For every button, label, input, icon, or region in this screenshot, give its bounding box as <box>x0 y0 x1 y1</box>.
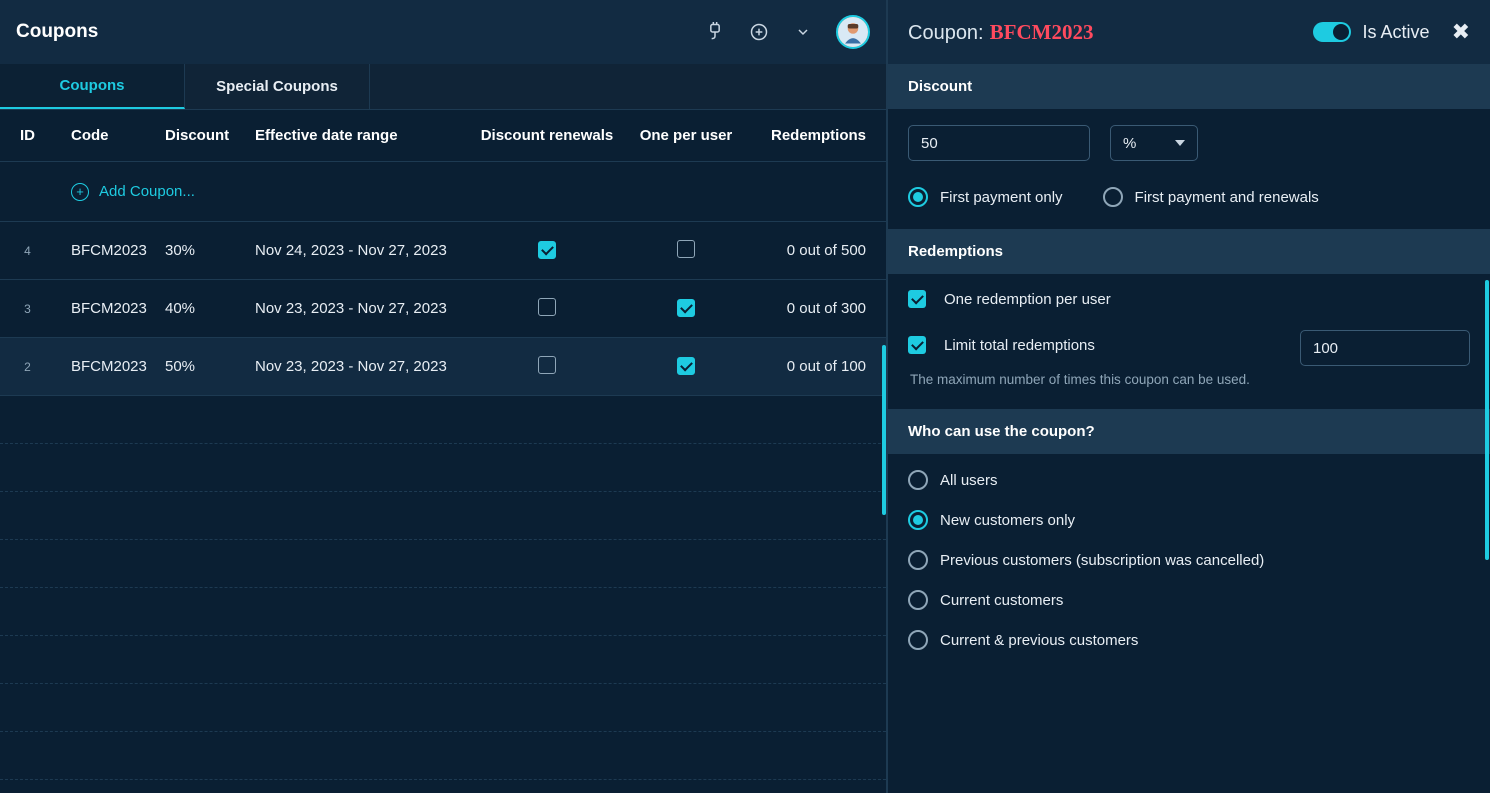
cell-date-range: Nov 23, 2023 - Nov 27, 2023 <box>255 358 473 375</box>
cell-date-range: Nov 23, 2023 - Nov 27, 2023 <box>255 300 473 317</box>
cell-redemptions: 0 out of 300 <box>751 300 886 317</box>
scrollbar-thumb[interactable] <box>1485 280 1489 560</box>
cell-discount: 50% <box>165 358 255 375</box>
checkbox-renewals[interactable] <box>538 241 556 259</box>
radio-icon <box>908 187 928 207</box>
tab-coupons[interactable]: Coupons <box>0 64 185 109</box>
radio-label: First payment only <box>940 189 1063 206</box>
radio-first-payment-only[interactable]: First payment only <box>908 187 1063 207</box>
plug-icon[interactable] <box>704 21 726 43</box>
chevron-down-icon[interactable] <box>792 21 814 43</box>
close-icon[interactable]: ✖ <box>1452 19 1470 45</box>
radio-all-users[interactable]: All users <box>908 470 1470 490</box>
radio-label: Current & previous customers <box>940 632 1138 649</box>
cell-code: BFCM2023 <box>55 242 165 259</box>
cell-date-range: Nov 24, 2023 - Nov 27, 2023 <box>255 242 473 259</box>
checkbox-label: One redemption per user <box>944 291 1111 308</box>
table-row[interactable]: 3 BFCM2023 40% Nov 23, 2023 - Nov 27, 20… <box>0 280 886 338</box>
th-one-per-user: One per user <box>621 127 751 144</box>
cell-id: 4 <box>0 244 55 258</box>
active-label: Is Active <box>1363 22 1430 43</box>
add-icon[interactable] <box>748 21 770 43</box>
discount-unit-select[interactable]: % <box>1110 125 1198 161</box>
radio-label: Previous customers (subscription was can… <box>940 552 1264 569</box>
radio-icon <box>1103 187 1123 207</box>
th-discount: Discount <box>165 127 255 144</box>
th-redemptions: Redemptions <box>751 127 886 144</box>
tab-special-coupons[interactable]: Special Coupons <box>185 64 370 109</box>
table-row[interactable]: 2 BFCM2023 50% Nov 23, 2023 - Nov 27, 20… <box>0 338 886 396</box>
cell-discount: 40% <box>165 300 255 317</box>
radio-current-previous-customers[interactable]: Current & previous customers <box>908 630 1470 650</box>
editor-title-prefix: Coupon: <box>908 22 984 45</box>
active-toggle[interactable] <box>1313 22 1351 42</box>
table-row[interactable]: 4 BFCM2023 30% Nov 24, 2023 - Nov 27, 20… <box>0 222 886 280</box>
checkbox-one-per-user[interactable] <box>677 357 695 375</box>
checkbox-label: Limit total redemptions <box>944 337 1095 354</box>
caret-down-icon <box>1175 140 1185 146</box>
checkbox-one-redemption-per-user[interactable] <box>908 290 926 308</box>
checkbox-limit-total[interactable] <box>908 336 926 354</box>
editor-coupon-code: BFCM2023 <box>990 20 1094 45</box>
discount-unit-label: % <box>1123 135 1136 152</box>
radio-icon <box>908 550 928 570</box>
radio-label: All users <box>940 472 998 489</box>
checkbox-one-per-user[interactable] <box>677 240 695 258</box>
limit-total-input[interactable] <box>1300 330 1470 366</box>
th-date-range: Effective date range <box>255 127 473 144</box>
radio-label: New customers only <box>940 512 1075 529</box>
section-redemptions-header: Redemptions <box>888 229 1490 274</box>
radio-first-and-renewals[interactable]: First payment and renewals <box>1103 187 1319 207</box>
cell-redemptions: 0 out of 100 <box>751 358 886 375</box>
tab-spacer <box>370 64 886 109</box>
checkbox-renewals[interactable] <box>538 298 556 316</box>
checkbox-renewals[interactable] <box>538 356 556 374</box>
cell-code: BFCM2023 <box>55 300 165 317</box>
radio-new-customers[interactable]: New customers only <box>908 510 1470 530</box>
limit-help-text: The maximum number of times this coupon … <box>910 372 1470 387</box>
editor-title: Coupon: BFCM2023 <box>908 20 1301 45</box>
radio-icon <box>908 470 928 490</box>
cell-redemptions: 0 out of 500 <box>751 242 886 259</box>
radio-previous-customers[interactable]: Previous customers (subscription was can… <box>908 550 1470 570</box>
section-who-header: Who can use the coupon? <box>888 409 1490 454</box>
add-coupon-label: Add Coupon... <box>99 183 195 200</box>
cell-id: 2 <box>0 360 55 374</box>
section-discount-header: Discount <box>888 64 1490 109</box>
empty-rows <box>0 396 886 793</box>
cell-code: BFCM2023 <box>55 358 165 375</box>
avatar[interactable] <box>836 15 870 49</box>
scrollbar-thumb[interactable] <box>882 345 886 515</box>
th-id: ID <box>0 127 55 144</box>
radio-current-customers[interactable]: Current customers <box>908 590 1470 610</box>
radio-icon <box>908 590 928 610</box>
cell-id: 3 <box>0 302 55 316</box>
radio-icon <box>908 510 928 530</box>
radio-icon <box>908 630 928 650</box>
th-code: Code <box>55 127 165 144</box>
radio-label: Current customers <box>940 592 1063 609</box>
add-coupon-button[interactable]: + Add Coupon... <box>55 183 195 201</box>
th-renewals: Discount renewals <box>473 127 621 144</box>
discount-value-input[interactable] <box>908 125 1090 161</box>
page-title: Coupons <box>16 21 704 43</box>
radio-label: First payment and renewals <box>1135 189 1319 206</box>
cell-discount: 30% <box>165 242 255 259</box>
checkbox-one-per-user[interactable] <box>677 299 695 317</box>
plus-circle-icon: + <box>71 183 89 201</box>
